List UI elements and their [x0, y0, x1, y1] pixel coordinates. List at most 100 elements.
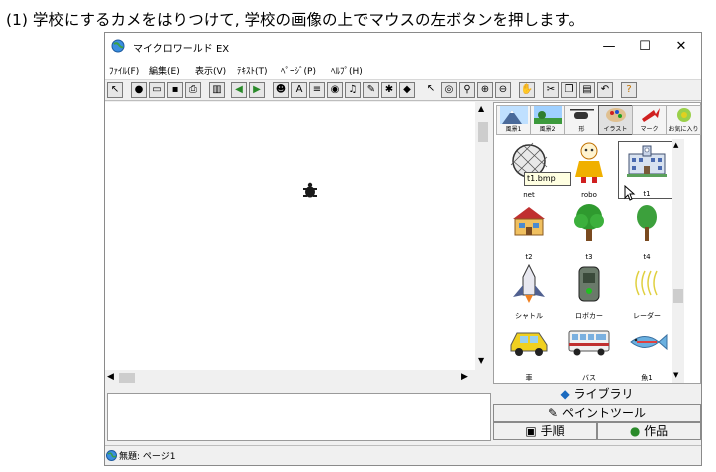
text-box-icon[interactable]: A	[291, 82, 307, 98]
close-button[interactable]: ✕	[663, 36, 699, 58]
open-folder-icon[interactable]: ▭	[149, 82, 165, 98]
scroll-right-icon[interactable]: ▶	[461, 372, 468, 382]
fish-icon	[630, 333, 668, 351]
shape-t2[interactable]: t2	[500, 203, 558, 261]
pages-icon[interactable]: ▥	[209, 82, 225, 98]
shape-radar[interactable]: レーダー	[618, 263, 676, 321]
toolbar: ↖ ● ▭ ▪ ⎙ ▥ ◀ ▶ ☻ A ≡ ◉ ♫ ✎ ✱ ◆ ↖ ◎ ⚲ ⊕ …	[105, 79, 701, 101]
app-window: マイクロワールド EX — ☐ ✕ ﾌｧｲﾙ(F) 編集(E) 表示(V) ﾃｷ…	[104, 32, 702, 466]
library-scrollbar[interactable]: ▲ ▼	[672, 139, 684, 383]
menu-text[interactable]: ﾃｷｽﾄ(T)	[237, 64, 268, 77]
tab-procedure[interactable]: ▣ 手順	[493, 422, 597, 440]
canvas-horizontal-scrollbar[interactable]: ◀ ▶	[105, 370, 475, 386]
canvas-vertical-scrollbar[interactable]: ▲ ▼	[475, 102, 491, 370]
eye-icon[interactable]: ◉	[327, 82, 343, 98]
radar-waves-icon	[635, 270, 658, 296]
shape-t3[interactable]: t3	[560, 203, 618, 261]
help-icon[interactable]: ?	[621, 82, 637, 98]
hatch-icon[interactable]: ✱	[381, 82, 397, 98]
menu-bar: ﾌｧｲﾙ(F) 編集(E) 表示(V) ﾃｷｽﾄ(T) ﾍﾟｰｼﾞ(P) ﾍﾙﾌ…	[105, 61, 701, 79]
slider-icon[interactable]: ≡	[309, 82, 325, 98]
shape-car[interactable]: 車	[500, 325, 558, 383]
yellow-car-icon	[510, 332, 548, 356]
menu-file[interactable]: ﾌｧｲﾙ(F)	[109, 64, 139, 77]
helicopter-icon	[569, 109, 594, 119]
tab-paint-tool[interactable]: ✎ ペイントツール	[493, 404, 701, 422]
mouse-cursor-icon	[624, 185, 636, 201]
globe-icon[interactable]: ●	[131, 82, 147, 98]
globe-work-icon: ●	[629, 424, 641, 438]
panel-tabs: ◆ ライブラリ ✎ ペイントツール ▣ 手順 ● 作品	[493, 386, 701, 442]
tab-library[interactable]: ◆ ライブラリ	[493, 386, 701, 404]
robot-icon	[575, 142, 603, 183]
look-icon[interactable]: ◎	[441, 82, 457, 98]
scroll-thumb[interactable]	[478, 122, 488, 142]
instruction-caption: (1) 学校にするカメをはりつけて, 学校の画像の上でマウスの左ボタンを押します…	[6, 11, 584, 29]
house-icon	[513, 207, 545, 236]
shape-shuttle[interactable]: シャトル	[500, 263, 558, 321]
music-icon[interactable]: ♫	[345, 82, 361, 98]
category-favorites[interactable]: お気に入り	[666, 105, 701, 135]
paste-icon[interactable]: ▤	[579, 82, 595, 98]
scroll-up-icon[interactable]: ▲	[478, 104, 484, 113]
library-scroll-up-icon[interactable]: ▲	[673, 141, 678, 149]
print-icon[interactable]: ⎙	[185, 82, 201, 98]
category-shape[interactable]: 形	[564, 105, 599, 135]
category-illustration[interactable]: イラスト	[598, 105, 633, 135]
menu-help[interactable]: ﾍﾙﾌﾟ(H)	[331, 64, 363, 77]
shape-net[interactable]: net	[500, 141, 558, 199]
copy-icon[interactable]: ❐	[561, 82, 577, 98]
save-icon[interactable]: ▪	[167, 82, 183, 98]
tree-scene-icon	[533, 106, 562, 124]
menu-view[interactable]: 表示(V)	[195, 64, 226, 77]
drawing-canvas[interactable]	[105, 102, 491, 370]
shape-fish1[interactable]: 魚1	[618, 325, 676, 383]
window-title: マイクロワールド EX	[133, 44, 230, 55]
turtle-icon[interactable]: ☻	[273, 82, 289, 98]
title-bar: マイクロワールド EX — ☐ ✕	[105, 33, 701, 61]
mountain-icon	[499, 106, 528, 124]
tab-work[interactable]: ● 作品	[597, 422, 701, 440]
status-text: 無題: ページ1	[119, 452, 176, 462]
bus-icon	[568, 330, 610, 356]
shape-t4[interactable]: t4	[618, 203, 676, 261]
category-scenery2[interactable]: 風景2	[530, 105, 565, 135]
paintbrush-icon: ✎	[548, 406, 559, 420]
arrow-mark-icon	[641, 108, 660, 122]
stop-icon[interactable]: ✋	[519, 82, 535, 98]
menu-page[interactable]: ﾍﾟｰｼﾞ(P)	[281, 64, 316, 77]
scroll-down-icon[interactable]: ▼	[478, 356, 484, 365]
palette-icon	[605, 108, 626, 122]
small-tree-icon	[637, 205, 657, 241]
robot-car-icon	[578, 266, 600, 302]
turtle-sprite-icon[interactable]	[301, 182, 319, 200]
library-scroll-thumb[interactable]	[673, 289, 683, 303]
scroll-left-icon[interactable]: ◀	[107, 372, 114, 382]
library-scroll-down-icon[interactable]: ▼	[673, 371, 678, 379]
command-box[interactable]	[107, 393, 491, 441]
status-globe-icon	[106, 450, 117, 461]
minimize-button[interactable]: —	[591, 36, 627, 58]
space-shuttle-icon	[513, 263, 545, 303]
select-tool-icon[interactable]: ↖	[107, 82, 123, 98]
shape-library-panel: 風景1 風景2 形 イラスト マーク お気に入り net robo t1 t2 …	[493, 102, 701, 384]
prev-page-icon[interactable]: ◀	[231, 82, 247, 98]
shape-bus[interactable]: バス	[560, 325, 618, 383]
cut-icon[interactable]: ✂	[543, 82, 559, 98]
hscroll-thumb[interactable]	[119, 373, 135, 383]
maximize-button[interactable]: ☐	[627, 36, 663, 58]
library-icon: ◆	[560, 387, 570, 401]
arrow-pointer-icon[interactable]: ↖	[423, 82, 439, 98]
undo-icon[interactable]: ↶	[597, 82, 613, 98]
pen-icon[interactable]: ✎	[363, 82, 379, 98]
turtle-create-icon[interactable]: ◆	[399, 82, 415, 98]
shape-robo[interactable]: robo	[560, 141, 618, 199]
next-page-icon[interactable]: ▶	[249, 82, 265, 98]
zoom-in-icon[interactable]: ⊕	[477, 82, 493, 98]
menu-edit[interactable]: 編集(E)	[149, 64, 180, 77]
shape-robocar[interactable]: ロボカー	[560, 263, 618, 321]
zoom-out-icon[interactable]: ⊖	[495, 82, 511, 98]
category-mark[interactable]: マーク	[632, 105, 667, 135]
category-scenery1[interactable]: 風景1	[496, 105, 531, 135]
stamp-icon[interactable]: ⚲	[459, 82, 475, 98]
